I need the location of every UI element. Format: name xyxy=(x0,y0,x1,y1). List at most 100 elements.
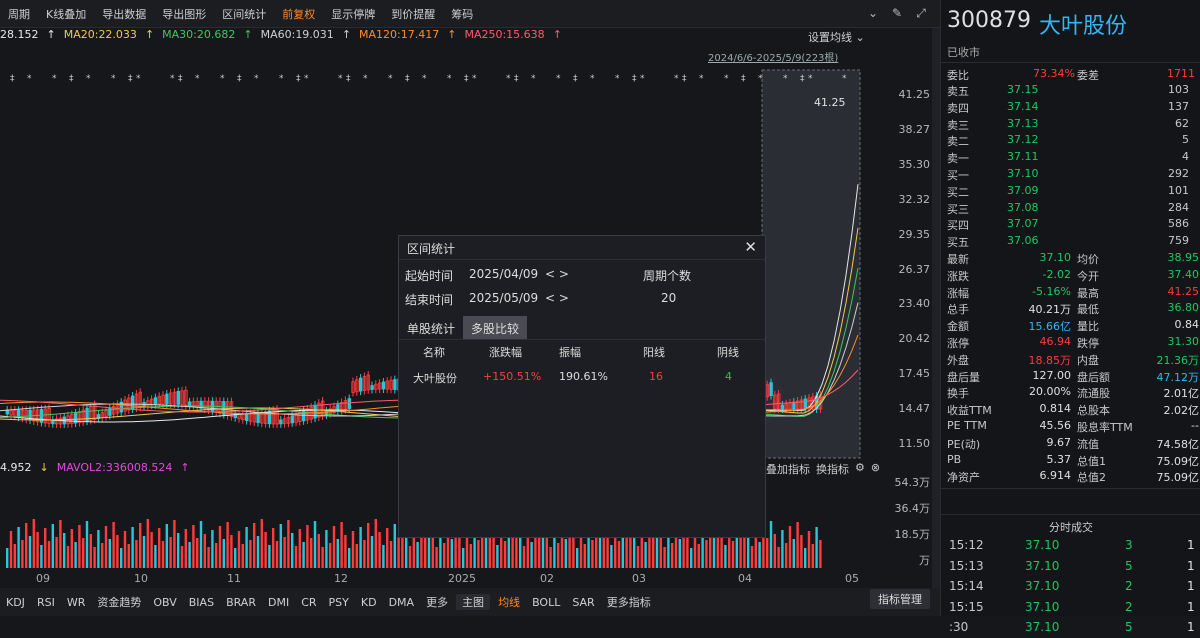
volume-bar xyxy=(222,539,225,568)
trade-price: 37.10 xyxy=(1025,599,1060,614)
toolbar-item-5[interactable]: 前复权 xyxy=(274,6,323,22)
trade-price: 37.10 xyxy=(1025,579,1060,593)
toolbar-item-2[interactable]: 导出数据 xyxy=(94,6,154,22)
ask-label: 卖二 xyxy=(947,135,969,149)
tab-single-stock[interactable]: 单股统计 xyxy=(399,316,463,339)
volume-bar xyxy=(329,543,332,568)
bid-price: 37.06 xyxy=(1007,234,1039,248)
volume-bar xyxy=(424,538,427,568)
ma-arrow-0: ↑ xyxy=(46,28,56,41)
stat-label: PE(动) xyxy=(947,437,981,451)
candle-body xyxy=(780,404,785,410)
toolbar-item-8[interactable]: 筹码 xyxy=(443,6,481,22)
stat-value: 45.56 xyxy=(1039,419,1072,432)
ma-value-0: 28.152 xyxy=(0,28,39,41)
start-time-stepper[interactable]: < > xyxy=(545,267,569,281)
indicator-1[interactable]: RSI xyxy=(31,596,61,609)
indicator-14[interactable]: 均线 xyxy=(492,594,526,610)
candle-body xyxy=(370,385,374,390)
volume-bar xyxy=(408,546,412,568)
date-tick: 04 xyxy=(738,572,752,585)
event-marker: * xyxy=(279,74,284,84)
volume-bar xyxy=(120,548,123,568)
end-time-value[interactable]: 2025/05/09 xyxy=(469,291,538,305)
dialog-title: 区间统计 xyxy=(407,242,456,256)
indicator-9[interactable]: PSY xyxy=(323,596,355,609)
start-time-value[interactable]: 2025/04/09 xyxy=(469,267,538,281)
indicator-8[interactable]: CR xyxy=(295,596,322,609)
stat-value: 38.95 xyxy=(1167,251,1200,264)
ma-arrow-5: ↑ xyxy=(552,28,562,41)
volume-bar xyxy=(116,535,119,568)
indicator-10[interactable]: KD xyxy=(355,596,383,609)
wecha-label: 委差 xyxy=(1077,69,1099,82)
event-marker: * xyxy=(783,74,788,84)
event-marker: * xyxy=(388,74,393,84)
price-tick: 41.25 xyxy=(898,88,931,101)
event-marker: ‡ xyxy=(346,74,351,84)
stat-value: -- xyxy=(1191,419,1199,432)
volume-bar xyxy=(70,529,73,568)
set-ma-button[interactable]: 设置均线 ⌄ xyxy=(808,29,865,45)
volume-bar xyxy=(359,527,362,568)
stat-label: 总值2 xyxy=(1077,471,1106,485)
end-time-stepper[interactable]: < > xyxy=(545,291,569,305)
dialog-tabs: 单股统计 多股比较 xyxy=(399,316,765,340)
stat-value: 18.85万 xyxy=(1028,353,1072,367)
event-marker: * xyxy=(531,74,536,84)
ask-row: 卖三 37.13 62 xyxy=(941,116,1200,133)
indicator-2[interactable]: WR xyxy=(61,596,92,609)
volume-bar xyxy=(28,536,32,568)
toolbar-item-4[interactable]: 区间统计 xyxy=(214,6,274,22)
volume-bar xyxy=(131,527,134,568)
collapse-icon[interactable]: ⌄ xyxy=(866,6,880,20)
dialog-title-bar: 区间统计 ✕ xyxy=(399,236,765,260)
stat-row: 涨停 46.94 跌停 31.30 xyxy=(941,334,1200,351)
toolbar-item-6[interactable]: 显示停牌 xyxy=(323,6,383,22)
toolbar-item-3[interactable]: 导出图形 xyxy=(154,6,214,22)
indicator-5[interactable]: BIAS xyxy=(183,596,220,609)
indicator-6[interactable]: BRAR xyxy=(220,596,262,609)
volume-bar xyxy=(416,542,419,568)
vertical-scrollbar[interactable] xyxy=(932,28,940,588)
expand-icon[interactable]: ⤢ xyxy=(914,6,928,20)
indicator-13[interactable]: 主图 xyxy=(456,594,491,610)
bid-label: 买三 xyxy=(947,202,969,216)
volume-bar xyxy=(325,530,328,568)
indicator-manager-button[interactable]: 指标管理 xyxy=(870,589,930,609)
indicator-3[interactable]: 资金趋势 xyxy=(91,594,147,610)
indicator-12[interactable]: 更多 xyxy=(420,594,454,610)
tab-multi-stock[interactable]: 多股比较 xyxy=(463,316,528,339)
indicator-16[interactable]: SAR xyxy=(566,596,600,609)
toolbar-item-7[interactable]: 到价提醒 xyxy=(383,6,443,22)
stat-label: 涨幅 xyxy=(947,286,969,300)
event-marker: * xyxy=(447,74,452,84)
volume-bar xyxy=(44,528,47,568)
trade-vol: 5 xyxy=(1125,558,1133,573)
volume-bar xyxy=(617,541,621,568)
indicator-4[interactable]: OBV xyxy=(147,596,182,609)
event-marker: * xyxy=(422,74,427,84)
price-tick: 29.35 xyxy=(898,227,931,241)
volume-bar xyxy=(268,545,271,568)
indicator-7[interactable]: DMI xyxy=(262,596,295,609)
indicator-11[interactable]: DMA xyxy=(383,596,421,609)
trade-price: 37.10 xyxy=(1025,558,1060,573)
close-icon[interactable]: ✕ xyxy=(744,238,757,256)
pen-icon[interactable]: ✎ xyxy=(890,6,904,20)
indicator-17[interactable]: 更多指标 xyxy=(601,594,657,610)
ma-arrow-2: ↑ xyxy=(243,28,253,41)
toolbar-item-0[interactable]: 周期 xyxy=(0,6,38,22)
stat-label: 金额 xyxy=(947,320,969,334)
toolbar-item-1[interactable]: K线叠加 xyxy=(38,6,94,22)
ma-arrow-4: ↑ xyxy=(447,28,457,41)
indicator-0[interactable]: KDJ xyxy=(0,596,31,609)
indicator-15[interactable]: BOLL xyxy=(526,596,566,609)
event-marker: ‡ xyxy=(514,74,519,84)
stat-label: 量比 xyxy=(1077,320,1099,334)
stat-value: 40.21万 xyxy=(1028,303,1072,317)
volume-bar xyxy=(82,538,85,568)
event-marker: * xyxy=(254,74,259,84)
volume-bar xyxy=(511,537,514,568)
range-stats-dialog: 区间统计 ✕ 起始时间 2025/04/09 < > 周期个数 结束时间 202… xyxy=(398,235,766,538)
